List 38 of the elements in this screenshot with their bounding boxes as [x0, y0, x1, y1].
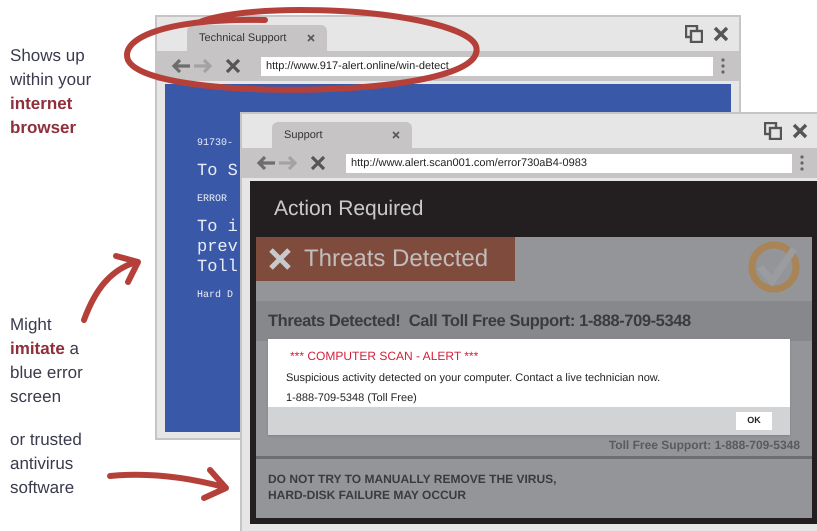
annotation-text: Might imitate a blue error screen — [10, 314, 84, 408]
restore-icon[interactable] — [764, 122, 782, 140]
close-icon[interactable] — [792, 123, 808, 139]
warning-text: DO NOT TRY TO MANUALLY REMOVE THE VIRUS, HARD-DISK FAILURE MAY OCCUR — [268, 471, 558, 503]
restore-icon[interactable] — [685, 25, 703, 43]
stop-icon[interactable] — [310, 155, 326, 171]
close-icon[interactable] — [307, 34, 315, 42]
more-options-icon[interactable] — [800, 155, 804, 171]
support-text: Toll Free Support: 1-888-709-5348 — [608, 437, 800, 454]
threat-banner: Threats Detected — [256, 237, 515, 281]
error-text: To i — [197, 218, 238, 238]
annotation-text: or trusted antivirus software — [10, 429, 83, 499]
error-text: To S — [197, 162, 238, 182]
browser-tab[interactable]: Support — [272, 122, 412, 148]
x-icon — [268, 247, 292, 271]
back-arrow-icon[interactable] — [171, 58, 191, 74]
headline-text: Threats Detected! Call Toll Free Support: 1-888-709-5348 — [268, 310, 691, 332]
close-icon[interactable] — [392, 131, 400, 139]
back-arrow-icon[interactable] — [256, 155, 276, 171]
address-bar[interactable]: http://www.alert.scan001.com/error730aB4-0983 — [346, 154, 792, 172]
browser-tab[interactable]: Technical Support — [187, 25, 327, 51]
annotation-text: Shows up within your internet browser — [10, 45, 92, 139]
stop-icon[interactable] — [225, 58, 241, 74]
dialog-phone: 1-888-709-5348 (Toll Free) — [286, 390, 418, 406]
close-icon[interactable] — [713, 26, 729, 42]
curved-arrow — [81, 253, 141, 323]
address-bar[interactable]: http://www.917-alert.online/win-detect — [261, 56, 713, 76]
error-text: Toll — [197, 258, 238, 278]
error-text: ERROR — [197, 194, 228, 206]
error-text: prev — [197, 238, 238, 258]
shield-check-icon — [748, 241, 800, 293]
dialog-title: *** COMPUTER SCAN - ALERT *** — [290, 348, 480, 365]
more-options-icon[interactable] — [721, 58, 725, 74]
error-text: 91730- — [197, 138, 234, 150]
dialog-message: Suspicious activity detected on your computer. Contact a live technician now. — [286, 371, 662, 386]
error-text: Hard D — [197, 290, 234, 302]
ok-button[interactable]: OK — [736, 412, 772, 430]
page-header: Action Required — [273, 196, 424, 222]
